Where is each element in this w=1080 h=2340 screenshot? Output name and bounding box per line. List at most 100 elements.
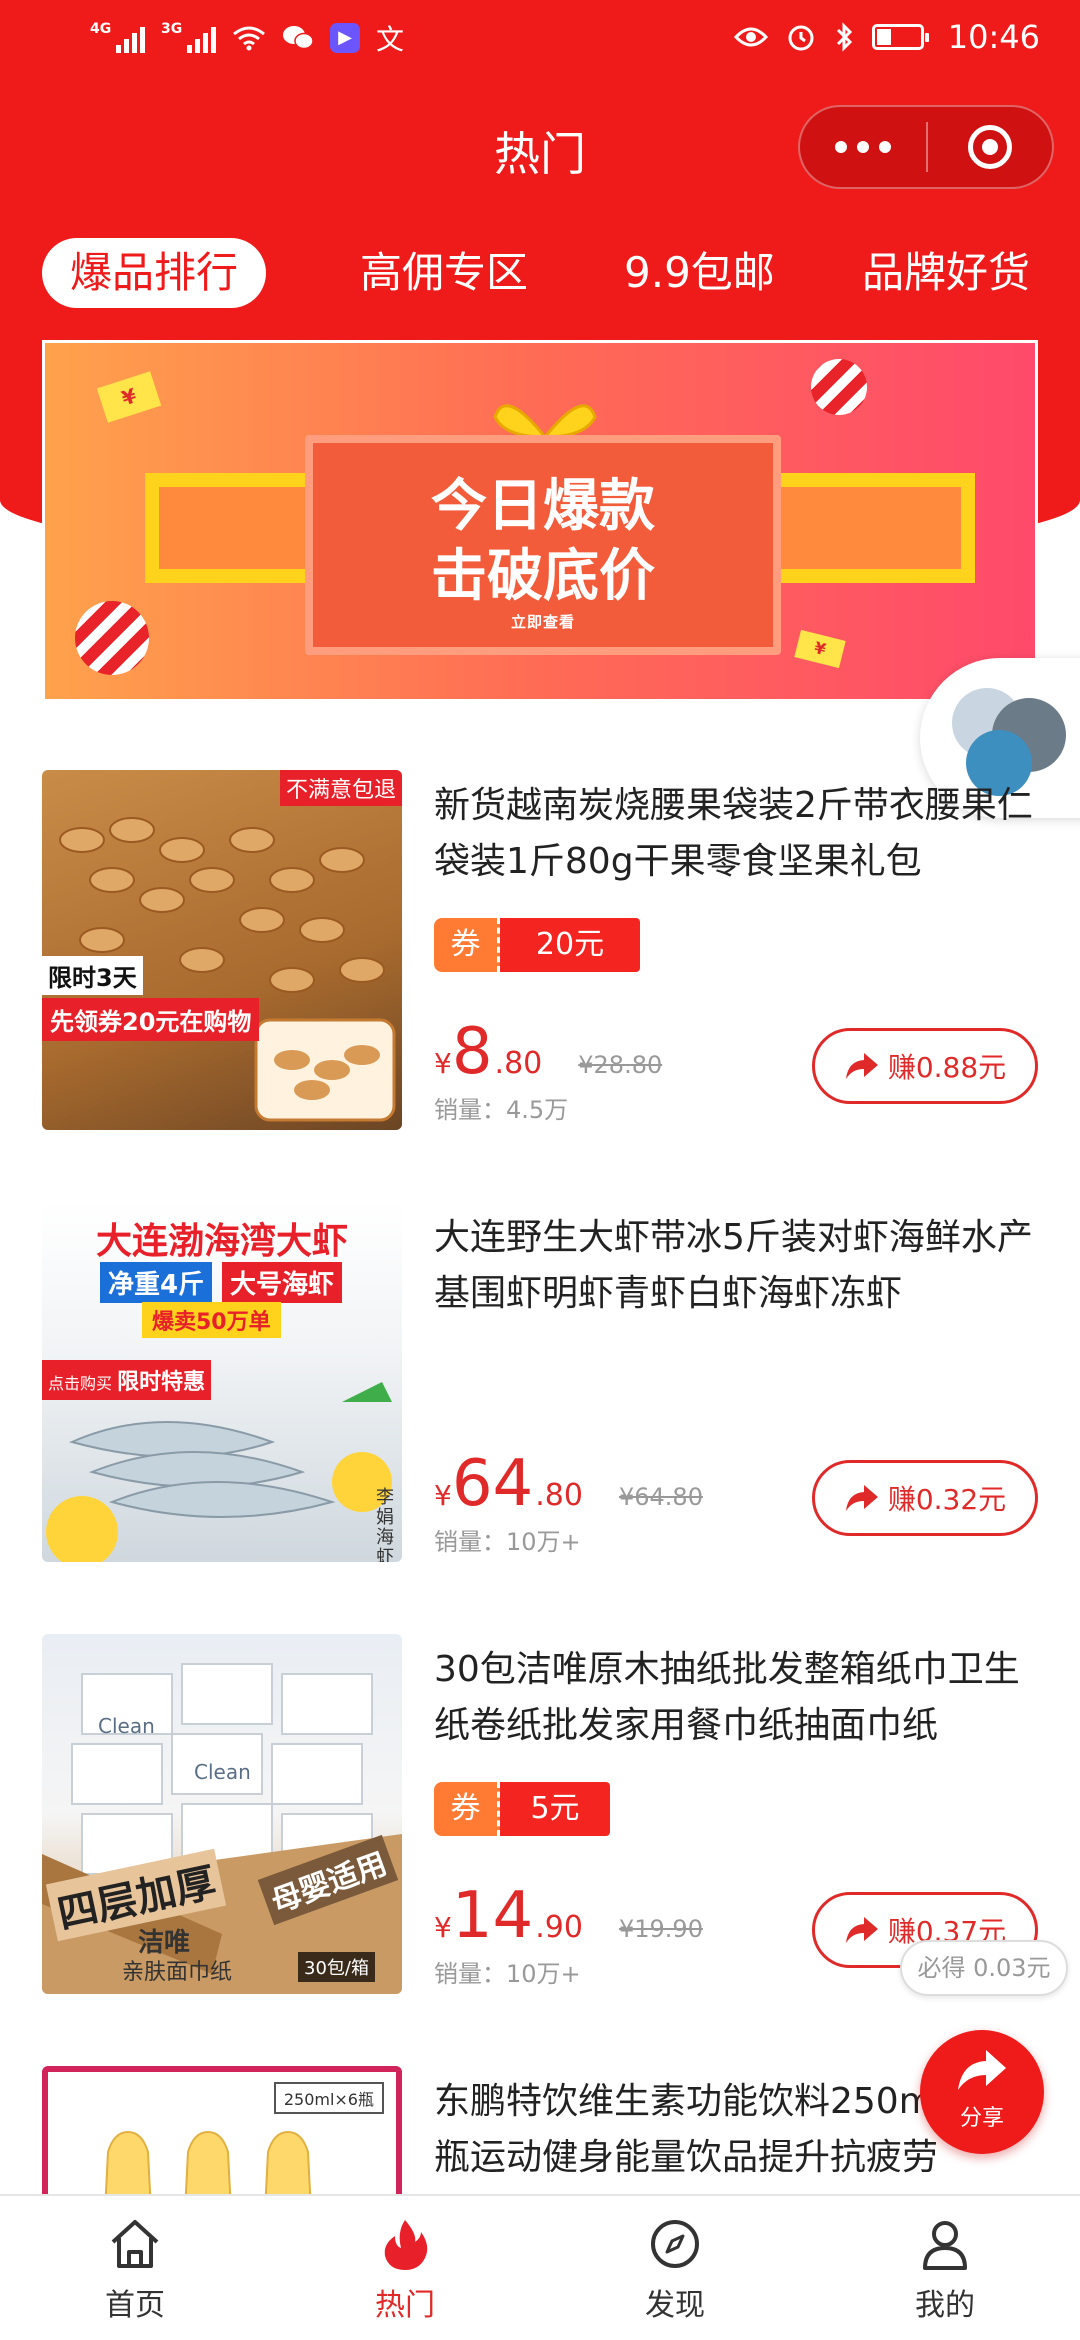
share-arrow-icon [958, 2050, 1006, 2090]
tab-hot-ranking[interactable]: 爆品排行 [42, 238, 267, 308]
striped-ball-icon [75, 601, 149, 675]
banner-headline-1: 今日爆款 [431, 474, 655, 539]
coupon-tag: 券 20元 [434, 918, 640, 972]
bonus-pill: 必得 0.03元 [900, 1940, 1068, 1996]
network-type-label-2: 3G [161, 21, 183, 37]
img-brand: Clean [98, 1714, 155, 1738]
home-icon [111, 2220, 159, 2268]
sales-count: 销量：4.5万 [434, 1096, 569, 1124]
currency-symbol: ¥ [434, 1911, 452, 1944]
money-tag-icon: ¥ [96, 371, 162, 423]
coupon-value: 5元 [500, 1782, 610, 1836]
network-type-label: 4G [90, 21, 112, 37]
wifi-icon [233, 26, 265, 51]
shrimp-illustration [46, 1382, 392, 1562]
product-image[interactable]: 不满意包退 限时3天 先领券20元在购物 [42, 770, 402, 1130]
currency-symbol: ¥ [434, 1479, 452, 1512]
product-card[interactable]: 大连渤海湾大虾 净重4斤 大号海虾 爆卖50万单 点击购买 限时特惠 李娟海虾 … [0, 1202, 1080, 1602]
img-count: 30包/箱 [298, 1952, 375, 1982]
nav-label: 热门 [375, 2288, 435, 2323]
product-card[interactable]: 250ml×6瓶 东鹏特饮维生素功能饮料250ml×24瓶运动健身能量饮品提升抗… [0, 2066, 1080, 2194]
share-arrow-icon [845, 1917, 878, 1943]
tab-free-shipping[interactable]: 9.9包邮 [624, 238, 775, 308]
img-tag-weight: 净重4斤 [100, 1262, 213, 1303]
img-box-label: 亲肤面巾纸 [122, 1960, 233, 1985]
signal-icon-2: 3G [161, 21, 216, 53]
price-decimal: .80 [494, 1046, 543, 1081]
category-tabs: 爆品排行 高佣专区 9.9包邮 品牌好货 [0, 238, 1080, 308]
img-pack-label: 250ml×6瓶 [273, 2082, 384, 2114]
img-brand-2: Clean [194, 1760, 251, 1784]
product-image[interactable]: Clean Clean 四层加厚 母婴适用 洁唯 亲肤面巾纸 30包/箱 [42, 1634, 402, 1994]
img-tag-sales: 爆卖50万单 [142, 1302, 281, 1338]
tab-brand-goods[interactable]: 品牌好货 [862, 238, 1030, 308]
product-title[interactable]: 新货越南炭烧腰果袋装2斤带衣腰果仁袋装1斤80g干果零食坚果礼包 [434, 778, 1044, 890]
sales-count: 销量：10万+ [434, 1528, 581, 1556]
eye-icon [733, 27, 768, 47]
original-price: ¥19.90 [618, 1915, 703, 1943]
compass-icon [651, 2220, 699, 2268]
coupon-tag: 券 5元 [434, 1782, 610, 1836]
price: ¥ 14 .90 ¥19.90 [434, 1884, 703, 1948]
more-menu-button[interactable] [800, 141, 926, 153]
img-headline: 大连渤海湾大虾 [95, 1221, 348, 1262]
bottom-nav: 首页 热门 发现 我的 [0, 2194, 1080, 2340]
nav-label: 我的 [915, 2288, 975, 2323]
nav-item-me[interactable]: 我的 [810, 2196, 1080, 2340]
status-time: 10:46 [947, 18, 1040, 56]
flame-icon [384, 2220, 428, 2270]
original-price: ¥28.80 [578, 1051, 663, 1079]
status-bar: 4G 3G ▶ 文 10:46 [0, 0, 1080, 80]
nav-item-hot[interactable]: 热门 [270, 2196, 540, 2340]
price: ¥ 64 .80 ¥64.80 [434, 1452, 703, 1516]
striped-ball-icon-2 [811, 359, 867, 415]
earn-label: 赚0.88元 [887, 1051, 1007, 1084]
coupon-value: 20元 [500, 918, 640, 972]
tab-high-commission[interactable]: 高佣专区 [360, 238, 528, 308]
banner-cta[interactable]: 立即查看 [305, 611, 781, 632]
price-integer: 14 [451, 1879, 534, 1953]
product-card[interactable]: 不满意包退 限时3天 先领券20元在购物 新货越南炭烧腰果袋装2斤带衣腰果仁袋装… [0, 770, 1080, 1170]
coupon-promo-badge: 先领券20元在购物 [42, 998, 260, 1041]
product-title[interactable]: 30包洁唯原木抽纸批发整箱纸巾卫生纸卷纸批发家用餐巾纸抽面巾纸 [434, 1642, 1044, 1754]
banner-headline-2: 击破底价 [431, 544, 655, 609]
bluetooth-icon [836, 22, 852, 52]
share-arrow-icon [845, 1485, 878, 1511]
alipay-icon: 文 [376, 23, 405, 56]
nav-item-discover[interactable]: 发现 [540, 2196, 810, 2340]
share-label: 分享 [959, 2106, 1004, 2131]
cashew-pattern [59, 817, 396, 1122]
user-icon [923, 2221, 967, 2270]
refund-badge: 不满意包退 [279, 770, 402, 806]
img-side-text: 李娟海虾 [376, 1487, 394, 1563]
nav-item-home[interactable]: 首页 [0, 2196, 270, 2340]
product-image[interactable]: 大连渤海湾大虾 净重4斤 大号海虾 爆卖50万单 点击购买 限时特惠 李娟海虾 [42, 1202, 402, 1562]
share-arrow-icon [845, 1053, 878, 1079]
coupon-label: 券 [434, 1782, 500, 1836]
signal-icon: 4G [90, 21, 145, 53]
video-app-icon: ▶ [330, 23, 360, 53]
earn-label: 赚0.32元 [887, 1483, 1007, 1516]
limited-time-badge: 限时3天 [42, 956, 143, 995]
promo-banner[interactable]: 今日爆款 击破底价 立即查看 ¥ ¥ [42, 340, 1038, 702]
earn-button[interactable]: 赚0.88元 [812, 1028, 1038, 1104]
coupon-label: 券 [434, 918, 500, 972]
target-icon [967, 125, 1012, 169]
nav-label: 发现 [645, 2288, 705, 2323]
battery-icon [871, 24, 929, 50]
alarm-icon [788, 25, 814, 51]
price-integer: 8 [451, 1015, 493, 1089]
mini-program-capsule [798, 105, 1054, 189]
price-integer: 64 [451, 1447, 534, 1521]
product-title[interactable]: 大连野生大虾带冰5斤装对虾海鲜水产基围虾明虾青虾白虾海虾冻虾 [434, 1210, 1044, 1322]
currency-symbol: ¥ [434, 1047, 452, 1080]
share-fab[interactable]: 分享 [920, 2030, 1044, 2154]
close-mini-program-button[interactable] [928, 125, 1052, 169]
money-tag-icon-2: ¥ [794, 629, 846, 669]
earn-button[interactable]: 赚0.32元 [812, 1460, 1038, 1536]
wechat-icon [283, 26, 314, 50]
sales-count: 销量：10万+ [434, 1960, 581, 1988]
nav-label: 首页 [105, 2288, 165, 2323]
product-image[interactable]: 250ml×6瓶 [42, 2066, 402, 2194]
price-decimal: .80 [535, 1478, 583, 1513]
